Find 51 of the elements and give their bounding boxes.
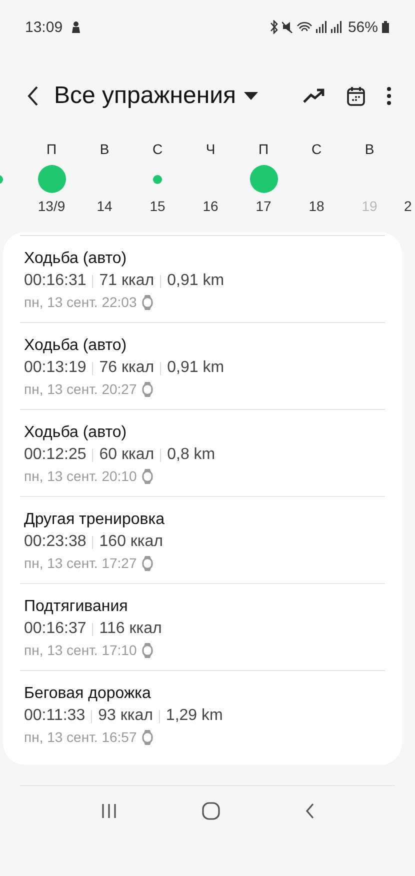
weekday-label: П — [46, 141, 57, 157]
workout-name: Ходьба (авто) — [24, 337, 128, 355]
workout-stat: 00:16:37 — [24, 620, 86, 638]
date-button[interactable]: 16 — [202, 198, 218, 214]
date-button[interactable]: 2 — [404, 198, 412, 214]
workout-item[interactable]: Беговая дорожка 00:11:33 93 ккал 1,29 km пн, 13 сент. 16:57 — [3, 671, 402, 757]
date-button[interactable]: 17 — [256, 198, 272, 214]
workout-item[interactable]: Ходьба (авто) 00:16:31 71 ккал 0,91 km пн, 13 сент. 22:03 — [3, 236, 402, 322]
workout-name: Другая тренировка — [24, 511, 166, 529]
workout-item[interactable]: Другая тренировка 00:23:38 160 ккал пн, 13 сент. 17:27 — [3, 497, 402, 583]
workout-stat: 0,91 km — [167, 272, 224, 290]
status-time: 13:09 — [25, 18, 63, 36]
date-button[interactable]: 18 — [308, 198, 324, 214]
weekday-label: С — [311, 141, 322, 157]
date-button[interactable]: 15 — [150, 198, 166, 214]
weekday-label: В — [100, 141, 110, 157]
workout-stat: 116 ккал — [99, 620, 162, 638]
workout-stat: 60 ккал — [99, 446, 154, 464]
workout-item[interactable]: Ходьба (авто) 00:12:25 60 ккал 0,8 km пн, 13 сент. 20:10 — [3, 410, 402, 496]
date-button[interactable]: 14 — [96, 198, 112, 214]
workout-stat: 00:12:25 — [24, 446, 86, 464]
workout-item[interactable]: Ходьба (авто) 00:13:19 76 ккал 0,91 km пн, 13 сент. 20:27 — [3, 323, 402, 409]
workout-stat: 00:16:31 — [24, 272, 86, 290]
workout-stat: 00:11:33 — [24, 707, 86, 725]
workout-stat: 93 ккал — [98, 707, 153, 725]
workout-stat: 71 ккал — [99, 272, 154, 290]
workout-stat: 00:13:19 — [24, 359, 86, 377]
workout-stat: 00:23:38 — [24, 533, 86, 551]
workout-stat: 76 ккал — [99, 359, 154, 377]
workout-time: пн, 13 сент. 20:27 — [24, 381, 137, 397]
workout-stat: 1,29 km — [166, 707, 223, 725]
weekday-label: Ч — [206, 141, 216, 157]
weekday-label: С — [152, 141, 163, 157]
workout-name: Подтягивания — [24, 598, 129, 616]
workout-stat: 0,8 km — [167, 446, 216, 464]
date-button[interactable]: 13/9 — [38, 198, 66, 214]
workout-name: Ходьба (авто) — [24, 250, 128, 268]
battery-level: 56% — [348, 18, 378, 36]
weekday-label: П — [258, 141, 269, 157]
workout-item[interactable]: Подтягивания 00:16:37 116 ккал пн, 13 сент. 17:10 — [3, 584, 402, 670]
workout-name: Беговая дорожка — [24, 685, 152, 703]
workout-name: Ходьба (авто) — [24, 424, 128, 442]
workout-stat: 0,91 km — [167, 359, 224, 377]
workout-time: пн, 13 сент. 17:10 — [24, 642, 137, 658]
weekday-label: В — [364, 141, 374, 157]
workout-time: пн, 13 сент. 22:03 — [24, 294, 137, 310]
workout-time: пн, 13 сент. 17:27 — [24, 555, 137, 571]
workout-time: пн, 13 сент. 20:10 — [24, 468, 137, 484]
workout-time: пн, 13 сент. 16:57 — [24, 729, 137, 745]
title-dropdown[interactable]: Все упражнения — [54, 82, 236, 110]
workout-stat: 160 ккал — [99, 533, 164, 551]
